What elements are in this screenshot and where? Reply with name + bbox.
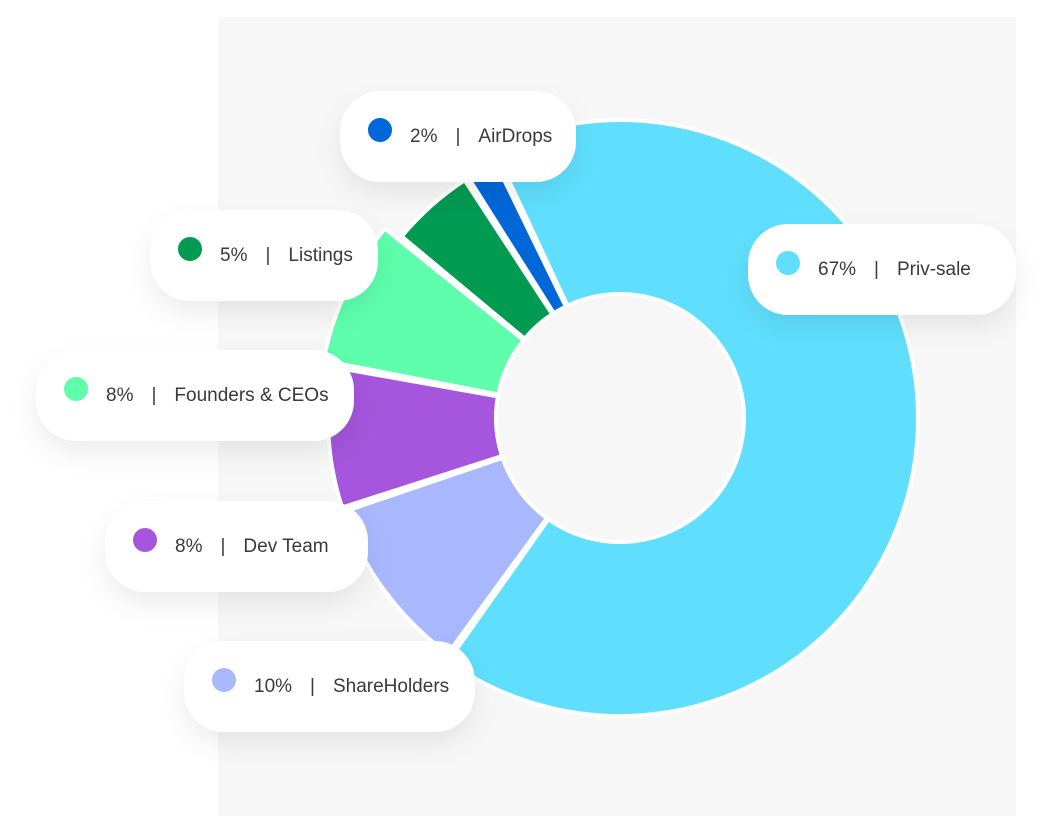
label-airdrops-pct: 2%	[410, 125, 438, 147]
label-separator: |	[265, 244, 271, 266]
label-airdrops-name: AirDrops	[478, 125, 553, 147]
label-devteam-pct: 8%	[175, 535, 203, 557]
label-shareholders-name: ShareHolders	[332, 675, 450, 697]
label-shareholders-pct: 10%	[254, 675, 293, 697]
label-separator: |	[151, 384, 157, 406]
chart-stage: 2% | AirDrops 5% | Listings 8% | Founder…	[0, 0, 1052, 816]
legend-dot-devteam	[133, 527, 157, 552]
legend-dot-founders	[64, 376, 88, 401]
label-separator: |	[455, 125, 461, 147]
legend-dot-listings	[178, 236, 202, 261]
legend-dot-airdrops	[368, 117, 392, 142]
label-founders-pct: 8%	[106, 384, 134, 406]
label-airdrops: 2% | AirDrops	[340, 91, 576, 182]
legend-dot-shareholders	[212, 667, 236, 692]
donut-slices	[321, 118, 920, 718]
label-shareholders: 10% | ShareHolders	[184, 641, 475, 732]
label-privsale-name: Priv-sale	[896, 258, 971, 280]
label-devteam-name: Dev Team	[243, 535, 329, 557]
label-devteam: 8% | Dev Team	[105, 501, 368, 592]
label-separator: |	[310, 675, 315, 697]
label-separator: |	[874, 258, 879, 280]
label-listings-pct: 5%	[220, 244, 248, 266]
label-listings-name: Listings	[288, 244, 353, 266]
label-privsale-pct: 67%	[818, 258, 857, 280]
legend-dot-privsale	[776, 250, 800, 275]
label-privsale: 67% | Priv-sale	[748, 224, 1016, 315]
label-founders: 8% | Founders & CEOs	[36, 350, 354, 441]
label-founders-name: Founders & CEOs	[174, 384, 329, 406]
label-listings: 5% | Listings	[150, 210, 378, 301]
label-separator: |	[220, 535, 226, 557]
donut-hole	[498, 296, 742, 540]
